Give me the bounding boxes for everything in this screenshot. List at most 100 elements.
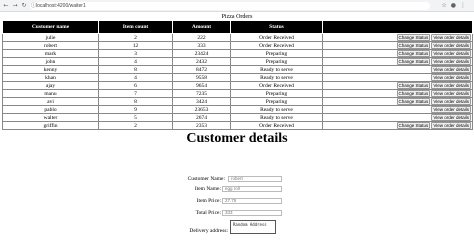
- cell-item-count: 4: [98, 57, 173, 66]
- delivery-address-label: Delivery address:: [189, 228, 228, 234]
- cell-amount: 7235: [172, 89, 231, 98]
- change-status-button[interactable]: Change Status: [396, 82, 431, 89]
- view-order-details-button[interactable]: View order details: [431, 90, 471, 97]
- cell-customer-name: julie: [2, 33, 99, 42]
- cell-amount: 3424: [172, 97, 231, 106]
- cell-status: Order Received: [230, 33, 323, 42]
- cell-item-count: 8: [98, 97, 173, 106]
- cell-item-count: 9: [98, 105, 173, 114]
- table-row: kenny 8 8472 Ready to serve View order detai…: [2, 65, 473, 74]
- cell-status: Ready to serve: [230, 105, 323, 114]
- customer-name-input[interactable]: robert: [228, 176, 282, 182]
- cell-customer-name: mark: [2, 49, 99, 58]
- cell-actions: Change Status View order details: [322, 89, 473, 98]
- cell-actions: Change Status View order details: [322, 121, 473, 130]
- reload-icon[interactable]: ↻: [20, 2, 28, 10]
- change-status-button[interactable]: Change Status: [396, 98, 431, 105]
- change-status-button[interactable]: Change Status: [396, 122, 431, 129]
- url-text: localhost:4200/waiter1: [36, 3, 86, 9]
- table-row: manu 7 7235 Preparing Change Status View orde…: [2, 89, 473, 98]
- cell-status: Ready to serve: [230, 113, 323, 122]
- cell-item-count: 12: [98, 41, 173, 50]
- customer-name-label: Customer Name:: [187, 176, 225, 182]
- back-arrow-icon[interactable]: ←: [2, 2, 10, 10]
- cell-customer-name: walter: [2, 113, 99, 122]
- cell-status: Ready to serve: [230, 65, 323, 74]
- cell-customer-name: robert: [2, 41, 99, 50]
- cell-item-count: 5: [98, 113, 173, 122]
- view-order-details-button[interactable]: View order details: [431, 42, 471, 49]
- delivery-address-textarea[interactable]: Random Address: [230, 220, 276, 234]
- forward-arrow-icon[interactable]: →: [11, 2, 19, 10]
- column-header-status: Status: [230, 20, 323, 34]
- view-order-details-button[interactable]: View order details: [431, 114, 471, 121]
- cell-actions: View order details: [322, 113, 473, 122]
- cell-item-count: 2: [98, 121, 173, 130]
- change-status-button[interactable]: Change Status: [396, 42, 431, 49]
- column-header-customer-name: Customer name: [2, 20, 99, 34]
- cell-customer-name: khan: [2, 73, 99, 82]
- view-order-details-button[interactable]: View order details: [431, 58, 471, 65]
- cell-status: Order Received: [230, 41, 323, 50]
- cell-actions: View order details: [322, 105, 473, 114]
- view-order-details-button[interactable]: View order details: [431, 34, 471, 41]
- cell-item-count: 3: [98, 49, 173, 58]
- change-status-button[interactable]: Change Status: [396, 34, 431, 41]
- cell-item-count: 8: [98, 65, 173, 74]
- cell-status: Preparing: [230, 49, 323, 58]
- view-order-details-button[interactable]: View order details: [431, 106, 471, 113]
- item-name-label: Item Name:: [194, 186, 221, 192]
- item-price-input[interactable]: 27.75: [222, 198, 282, 204]
- cell-item-count: 7: [98, 89, 173, 98]
- cell-status: Preparing: [230, 89, 323, 98]
- cell-customer-name: ajay: [2, 81, 99, 90]
- cell-item-count: 4: [98, 73, 173, 82]
- cell-customer-name: john: [2, 57, 99, 66]
- item-name-input[interactable]: egg roll: [222, 186, 282, 192]
- table-row: mark 3 23424 Preparing Change Status View ord…: [2, 49, 473, 58]
- table-row: griffin 2 2353 Order Received Change Status V…: [2, 121, 473, 130]
- view-order-details-button[interactable]: View order details: [431, 82, 471, 89]
- column-header-actions: [322, 20, 473, 34]
- view-order-details-button[interactable]: View order details: [431, 122, 471, 129]
- browser-toolbar: ← → ↻ ⓘ localhost:4200/waiter1 ☆●⋮: [0, 0, 474, 12]
- cell-amount: 23424: [172, 49, 231, 58]
- cell-actions: Change Status View order details: [322, 57, 473, 66]
- total-price-label: Total Price:: [195, 210, 221, 216]
- table-row: pablo 9 23653 Ready to serve View order deta…: [2, 105, 473, 114]
- column-header-item-count: Item count: [98, 20, 173, 34]
- view-order-details-button[interactable]: View order details: [431, 50, 471, 57]
- table-row: julie 2 222 Order Received Change Status View…: [2, 33, 473, 42]
- orders-table: Customer name Item count Amount Status j…: [2, 20, 473, 130]
- total-price-input[interactable]: 333: [222, 210, 282, 216]
- cell-actions: View order details: [322, 73, 473, 82]
- cell-amount: 2674: [172, 113, 231, 122]
- cell-actions: Change Status View order details: [322, 81, 473, 90]
- change-status-button[interactable]: Change Status: [396, 58, 431, 65]
- view-order-details-button[interactable]: View order details: [431, 66, 471, 73]
- cell-actions: Change Status View order details: [322, 41, 473, 50]
- column-header-amount: Amount: [172, 20, 231, 34]
- cell-status: Order Received: [230, 121, 323, 130]
- cell-amount: 8472: [172, 65, 231, 74]
- customer-details-title: Customer details: [186, 131, 288, 146]
- table-row: robert 12 333 Order Received Change Status Vi…: [2, 41, 473, 50]
- change-status-button[interactable]: Change Status: [396, 90, 431, 97]
- cell-actions: Change Status View order details: [322, 33, 473, 42]
- cell-item-count: 6: [98, 81, 173, 90]
- cell-actions: View order details: [322, 65, 473, 74]
- cell-item-count: 2: [98, 33, 173, 42]
- cell-status: Ready to serve: [230, 73, 323, 82]
- change-status-button[interactable]: Change Status: [396, 50, 431, 57]
- toolbar-extensions[interactable]: ☆●⋮: [441, 2, 470, 10]
- cell-amount: 222: [172, 33, 231, 42]
- cell-customer-name: kenny: [2, 65, 99, 74]
- cell-actions: Change Status View order details: [322, 97, 473, 106]
- address-bar[interactable]: ⓘ localhost:4200/waiter1: [30, 2, 430, 10]
- cell-customer-name: manu: [2, 89, 99, 98]
- view-order-details-button[interactable]: View order details: [431, 74, 471, 81]
- cell-amount: 9558: [172, 73, 231, 82]
- view-order-details-button[interactable]: View order details: [431, 98, 471, 105]
- cell-amount: 23653: [172, 105, 231, 114]
- item-price-label: Item Price:: [196, 198, 221, 204]
